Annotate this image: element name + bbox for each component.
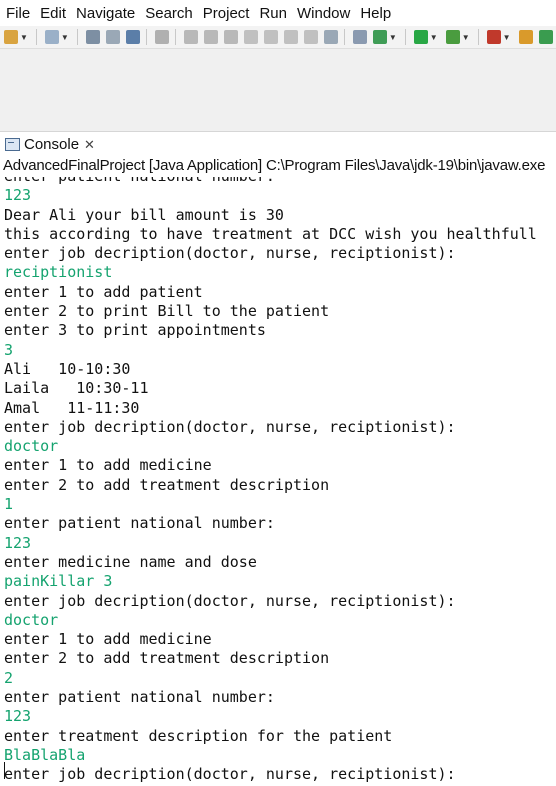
console-output-line: enter job decription(doctor, nurse, reci… — [4, 244, 456, 263]
console-output[interactable]: enter patient national number:123Dear Al… — [0, 177, 556, 786]
suspend-icon[interactable] — [203, 30, 218, 44]
menu-edit[interactable]: Edit — [35, 5, 71, 22]
new-wizard-icon[interactable] — [4, 30, 18, 44]
menu-window[interactable]: Window — [292, 5, 355, 22]
toolbar-separator — [174, 29, 176, 45]
text-caret — [4, 762, 5, 779]
console-output-line: enter patient national number: — [4, 177, 537, 186]
console-input-line: doctor — [4, 610, 59, 629]
console-input-line: BlaBlaBla — [4, 745, 86, 764]
resume-icon[interactable] — [183, 30, 198, 44]
console-input-line: painKillar 3 — [4, 572, 113, 591]
console-output-line: enter medicine name and dose — [4, 552, 257, 571]
console-lines: enter patient national number:123Dear Al… — [4, 177, 537, 785]
console-output-line: Amal 11-11:30 — [4, 398, 140, 417]
console-output-line: enter job decription(doctor, nurse, reci… — [4, 765, 456, 784]
console-output-line: enter 1 to add medicine — [4, 630, 212, 649]
console-input-line: 3 — [4, 340, 14, 359]
terminate-icon[interactable] — [223, 30, 238, 44]
console-input-line: 123 — [4, 707, 32, 726]
dropdown-arrow-icon[interactable]: ▼ — [389, 33, 397, 42]
coverage-icon[interactable] — [445, 30, 460, 44]
console-icon — [5, 138, 20, 151]
console-output-line: enter patient national number: — [4, 688, 275, 707]
console-output-line: enter 2 to add treatment description — [4, 649, 330, 668]
debug-icon[interactable] — [372, 30, 387, 44]
toolbar-separator — [145, 29, 147, 45]
console-input-line: 123 — [4, 186, 32, 205]
toolbar-separator — [343, 29, 345, 45]
console-output-line: Ali 10-10:30 — [4, 359, 131, 378]
step-over-icon[interactable] — [283, 30, 298, 44]
console-output-line: Laila 10:30-11 — [4, 379, 149, 398]
terminal-icon[interactable] — [125, 30, 140, 44]
toolbar-separator — [76, 29, 78, 45]
console-input-line: doctor — [4, 437, 59, 456]
console-output-line: enter job decription(doctor, nurse, reci… — [4, 417, 456, 436]
toolbar-separator — [35, 29, 37, 45]
console-view-header: Console ✕ — [0, 131, 556, 157]
console-output-line: enter job decription(doctor, nurse, reci… — [4, 591, 456, 610]
console-output-line: enter 3 to print appointments — [4, 321, 266, 340]
dropdown-arrow-icon[interactable]: ▼ — [503, 33, 511, 42]
console-output-line: enter 1 to add patient — [4, 282, 203, 301]
console-tab-label: Console — [24, 136, 80, 153]
console-output-line: enter 2 to add treatment description — [4, 475, 330, 494]
step-into-icon[interactable] — [263, 30, 278, 44]
skip-breakpoints-icon[interactable] — [154, 30, 169, 44]
menu-navigate[interactable]: Navigate — [71, 5, 140, 22]
menu-run[interactable]: Run — [254, 5, 292, 22]
toolbar-separator — [477, 29, 479, 45]
new-java-icon[interactable] — [44, 30, 59, 44]
menu-file[interactable]: File — [0, 5, 35, 22]
console-input-line: 123 — [4, 533, 32, 552]
menu-project[interactable]: Project — [198, 5, 255, 22]
new-task-icon[interactable] — [352, 30, 367, 44]
launch-description: AdvancedFinalProject [Java Application] … — [3, 157, 546, 174]
close-icon[interactable]: ✕ — [84, 137, 95, 153]
editor-area — [0, 49, 556, 131]
console-output-line: Dear Ali your bill amount is 30 — [4, 205, 284, 224]
console-output-line: this according to have treatment at DCC … — [4, 224, 537, 243]
step-return-icon[interactable] — [303, 30, 318, 44]
open-type-icon[interactable] — [518, 30, 533, 44]
console-output-line: enter 1 to add medicine — [4, 456, 212, 475]
menu-help[interactable]: Help — [355, 5, 396, 22]
dropdown-arrow-icon[interactable]: ▼ — [430, 33, 438, 42]
dropdown-arrow-icon[interactable]: ▼ — [20, 33, 28, 42]
menu-search[interactable]: Search — [140, 5, 198, 22]
dropdown-arrow-icon[interactable]: ▼ — [462, 33, 470, 42]
save-icon[interactable] — [85, 30, 100, 44]
console-output-line: enter treatment description for the pati… — [4, 726, 393, 745]
console-input-line: reciptionist — [4, 263, 113, 282]
use-step-filters-icon[interactable] — [323, 30, 338, 44]
run-icon[interactable] — [413, 30, 428, 44]
disconnect-icon[interactable] — [243, 30, 258, 44]
toolbar: ▼ ▼ ▼ ▼ ▼ ▼ — [0, 26, 556, 49]
console-output-line: enter 2 to print Bill to the patient — [4, 302, 330, 321]
tab-console[interactable]: Console ✕ — [5, 136, 95, 153]
dropdown-arrow-icon[interactable]: ▼ — [61, 33, 69, 42]
console-input-line: 2 — [4, 668, 14, 687]
save-all-icon[interactable] — [105, 30, 120, 44]
extra-icon[interactable] — [538, 30, 553, 44]
console-output-line: enter patient national number: — [4, 514, 275, 533]
external-tools-icon[interactable] — [486, 30, 501, 44]
toolbar-separator — [404, 29, 406, 45]
menu-bar: File Edit Navigate Search Project Run Window He… — [0, 0, 556, 26]
console-input-line: 1 — [4, 495, 14, 514]
